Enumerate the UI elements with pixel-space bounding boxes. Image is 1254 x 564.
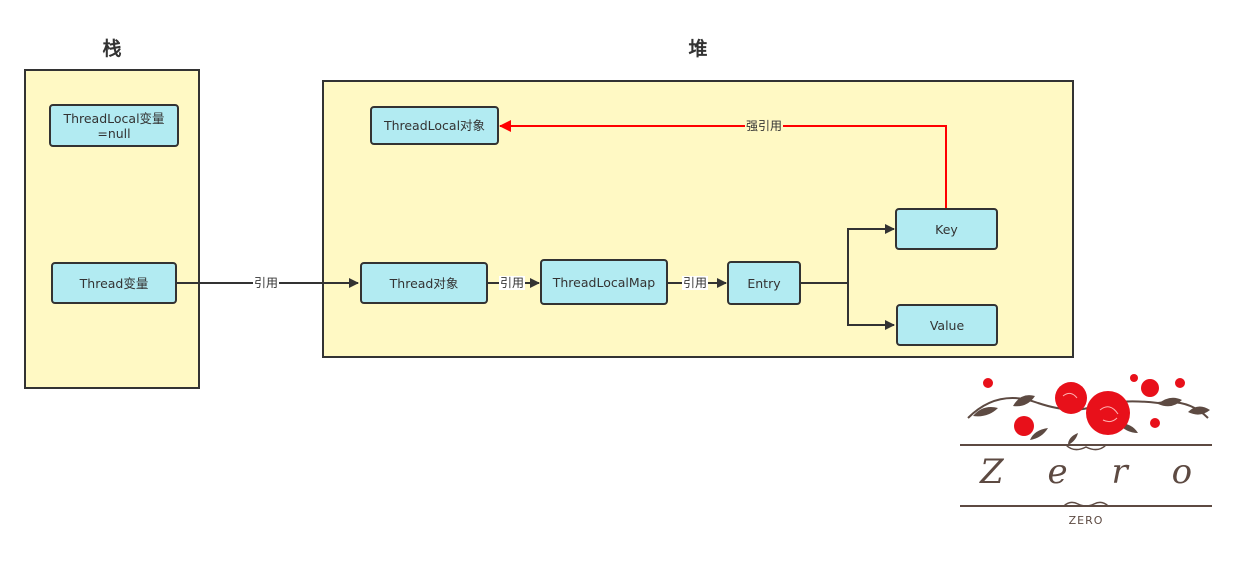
node-key-label: Key [935,221,958,237]
node-threadlocal-variable[interactable]: ThreadLocal变量 =null [49,104,179,147]
node-thread-object[interactable]: Thread对象 [360,262,488,304]
logo-script-text: Ze r o [958,454,1214,490]
node-value[interactable]: Value [896,304,998,346]
node-entry-label: Entry [747,275,781,291]
logo-letter-r: r [1111,452,1128,492]
rose-decoration-icon [960,374,1212,507]
edge-key-to-threadlocal-obj [499,120,947,208]
edge-entry-to-value [847,283,895,330]
node-thread-variable-label: Thread变量 [79,275,149,291]
logo-caption: ZERO [1068,514,1104,527]
edge-label-strong-ref: 强引用 [745,119,784,133]
logo-letter-e: e [1047,452,1068,492]
edge-label-entry-ref: 引用 [682,276,709,290]
edge-entry-to-key [800,224,895,284]
node-threadlocal-object[interactable]: ThreadLocal对象 [370,106,499,145]
node-value-label: Value [929,317,965,333]
node-entry[interactable]: Entry [727,261,801,305]
logo-letter-z: Z [979,452,1004,492]
node-threadlocalmap-label: ThreadLocalMap [552,274,656,290]
logo-letter-o: o [1171,452,1193,492]
node-threadlocal-variable-label: ThreadLocal变量 =null [63,110,165,141]
edge-label-thread-ref: 引用 [253,276,280,290]
edge-label-map-ref: 引用 [499,276,526,290]
node-thread-variable[interactable]: Thread变量 [51,262,177,304]
zero-logo: Ze r o ZERO [958,368,1214,532]
node-thread-object-label: Thread对象 [389,275,459,291]
node-key[interactable]: Key [895,208,998,250]
node-threadlocalmap[interactable]: ThreadLocalMap [540,259,668,305]
node-threadlocal-object-label: ThreadLocal对象 [383,118,486,133]
